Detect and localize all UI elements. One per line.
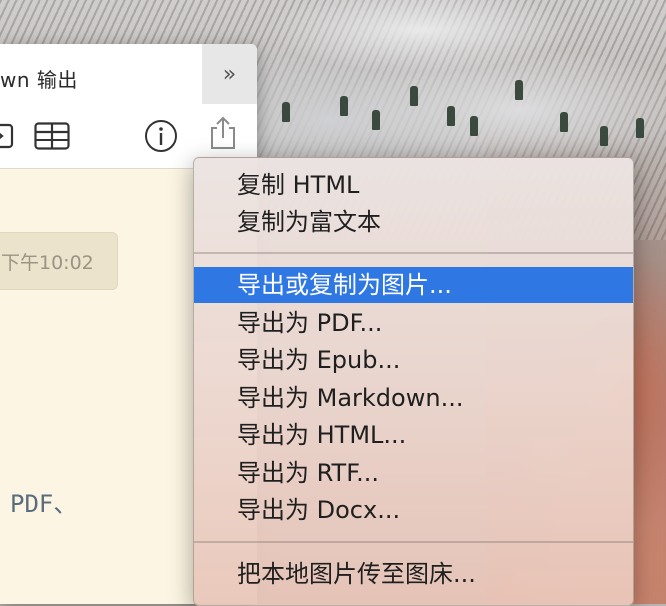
double-chevron-right-icon: » (222, 61, 237, 87)
timestamp-badge: 下午10:02 (0, 232, 118, 290)
menu-item-copy-rich-text[interactable]: 复制为富文本 (194, 204, 633, 240)
tree (636, 118, 644, 138)
info-button[interactable] (144, 119, 178, 153)
tree (282, 102, 290, 122)
document-text: PDF、 (10, 490, 78, 518)
menu-separator (194, 252, 633, 254)
tree (515, 80, 523, 100)
export-context-menu: 复制 HTML 复制为富文本 导出或复制为图片... 导出为 PDF... 导出… (193, 157, 634, 606)
menu-item-export-epub[interactable]: 导出为 Epub... (194, 342, 633, 378)
outline-toggle-button[interactable] (0, 122, 14, 150)
table-button[interactable] (34, 122, 70, 150)
menu-item-copy-html[interactable]: 复制 HTML (194, 167, 633, 203)
menu-item-export-docx[interactable]: 导出为 Docx... (194, 492, 633, 528)
tree (560, 112, 568, 132)
menu-separator (194, 541, 633, 543)
menu-item-export-rtf[interactable]: 导出为 RTF... (194, 455, 633, 491)
tree (340, 96, 348, 116)
panel-title: wn 输出 (0, 68, 78, 92)
tree (410, 86, 418, 106)
menu-item-upload-images[interactable]: 把本地图片传至图床... (194, 556, 633, 592)
expand-button[interactable]: » (202, 44, 257, 104)
tree (447, 106, 455, 126)
share-icon (211, 116, 235, 149)
menu-item-export-markdown[interactable]: 导出为 Markdown... (194, 380, 633, 416)
menu-item-export-html[interactable]: 导出为 HTML... (194, 417, 633, 453)
tree (372, 110, 380, 130)
outline-icon (0, 123, 14, 149)
menu-item-export-pdf[interactable]: 导出为 PDF... (194, 305, 633, 341)
tree (600, 126, 608, 146)
table-icon (34, 122, 70, 150)
menu-item-export-image[interactable]: 导出或复制为图片... (194, 267, 633, 303)
share-button[interactable] (208, 116, 238, 150)
info-icon (145, 120, 177, 152)
tree (470, 116, 478, 136)
panel-header: wn 输出 » (0, 44, 257, 169)
